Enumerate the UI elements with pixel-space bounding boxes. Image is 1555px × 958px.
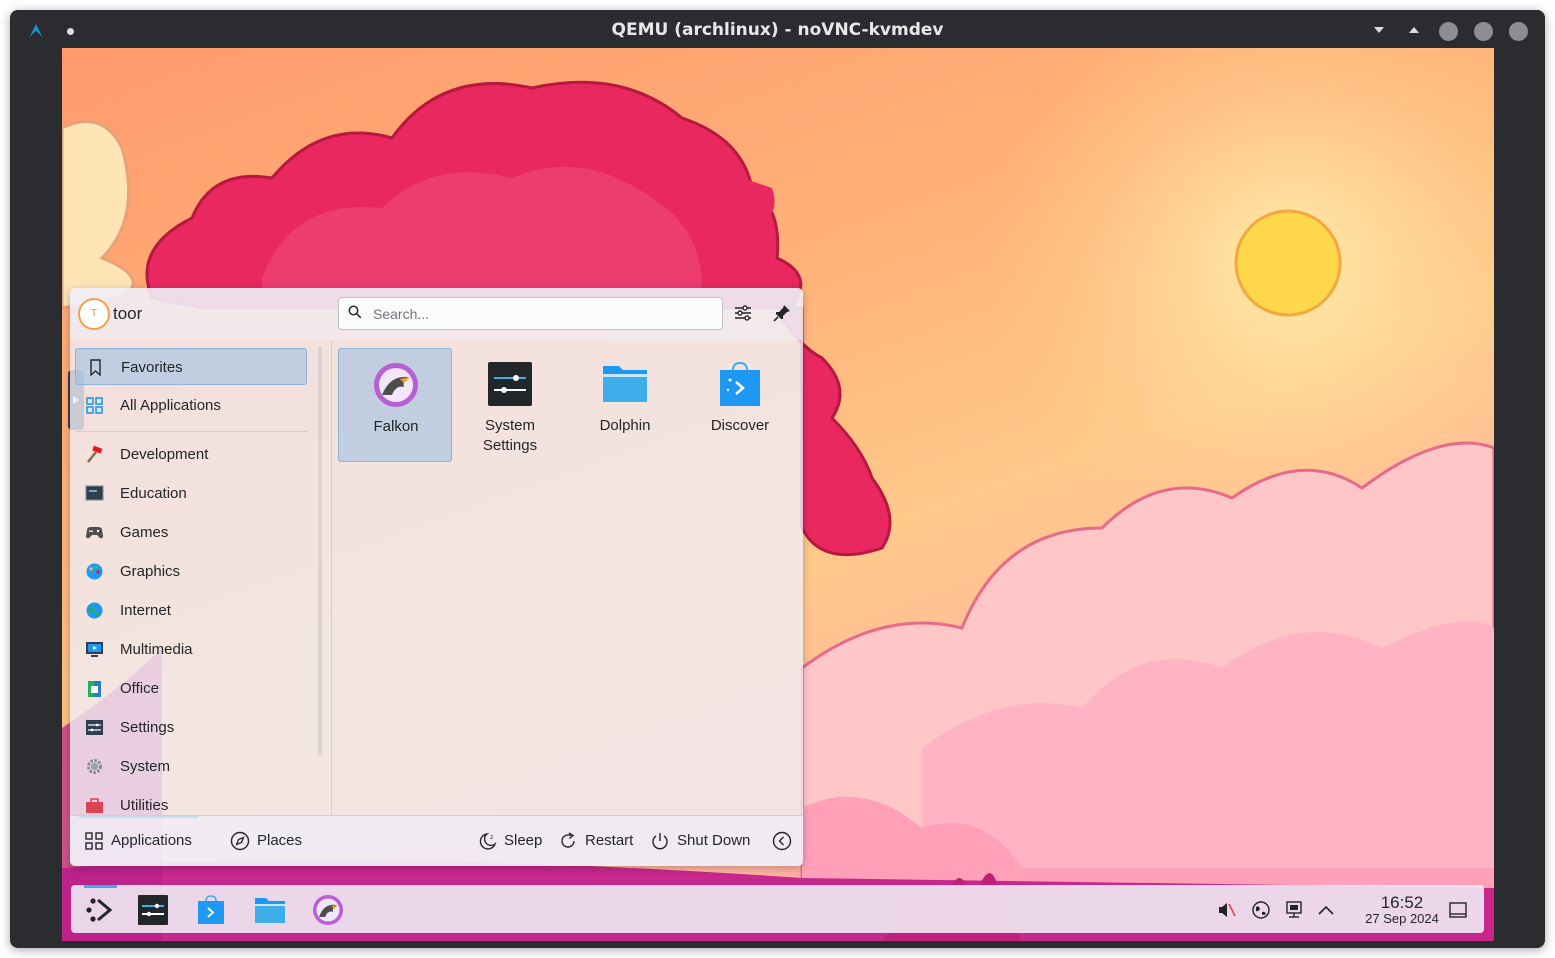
office-icon (88, 681, 101, 697)
app-falkon[interactable]: Falkon (338, 348, 452, 462)
user-avatar[interactable]: T (78, 298, 110, 330)
search-input[interactable] (371, 303, 715, 325)
falkon-icon (374, 363, 418, 407)
pane-separator (331, 340, 332, 815)
svg-text:z: z (490, 834, 493, 841)
system-settings-icon (488, 362, 532, 406)
category-multimedia[interactable]: Multimedia (75, 631, 307, 668)
application-launcher-icon[interactable] (84, 894, 116, 926)
power-icon (652, 833, 668, 850)
category-label: Internet (120, 602, 171, 619)
category-education[interactable]: Education (75, 475, 307, 512)
category-development[interactable]: Development (75, 436, 307, 473)
maximize-arrow-icon[interactable] (1409, 27, 1419, 33)
category-label: Development (120, 446, 209, 463)
category-label: Graphics (120, 563, 181, 580)
category-graphics[interactable]: Graphics (75, 553, 307, 590)
category-all-applications[interactable]: All Applications (75, 387, 307, 424)
category-list: Favorites All Applications Development E… (70, 340, 312, 815)
window-button-1[interactable] (1439, 22, 1458, 41)
falkon-icon[interactable] (312, 894, 344, 926)
leave-more-icon[interactable] (772, 831, 792, 851)
app-label: System Settings (482, 417, 538, 454)
monitor-play-icon (86, 642, 103, 657)
chevron-up-icon[interactable] (1316, 900, 1336, 920)
compass-icon (230, 831, 250, 851)
category-utilities[interactable]: Utilities (75, 787, 307, 815)
show-desktop-icon[interactable] (1448, 900, 1468, 920)
discover-bag-icon[interactable] (195, 894, 227, 926)
grid-icon (86, 397, 103, 414)
search-icon (348, 305, 362, 319)
applications-grid-icon (85, 832, 103, 850)
category-scrollbar[interactable] (318, 346, 322, 756)
launcher-header: T toor (70, 288, 803, 340)
launcher-footer: Applications Places z Sleep Restart Shut… (70, 815, 803, 866)
clock-date[interactable]: 27 Sep 2024 (1347, 911, 1457, 926)
system-settings-icon[interactable] (137, 894, 169, 926)
toolbox-icon (86, 798, 103, 813)
search-field[interactable] (338, 297, 723, 330)
app-dolphin[interactable]: Dolphin (568, 348, 682, 462)
clock-time[interactable]: 16:52 (1367, 893, 1437, 913)
window-title: QEMU (archlinux) - noVNC-kvmdev (611, 20, 944, 40)
gear-icon (87, 759, 102, 774)
window-titlebar[interactable]: QEMU (archlinux) - noVNC-kvmdev (10, 10, 1545, 50)
category-label: Office (120, 680, 159, 697)
palette-icon (86, 563, 103, 580)
bookmark-icon (90, 359, 101, 377)
dolphin-folder-icon (603, 366, 647, 402)
category-settings[interactable]: Settings (75, 709, 307, 746)
category-system[interactable]: System (75, 748, 307, 785)
category-label: Utilities (120, 797, 169, 814)
app-discover[interactable]: Discover (683, 348, 797, 462)
application-launcher-menu: T toor Favorites (70, 288, 803, 866)
network-globe-icon[interactable] (1251, 900, 1271, 920)
category-label: System (120, 758, 171, 775)
category-office[interactable]: Office (75, 670, 307, 707)
sleep-button[interactable]: Sleep (504, 832, 542, 849)
gamepad-icon (86, 527, 103, 539)
configure-sliders-icon[interactable] (732, 302, 754, 324)
chalkboard-icon (85, 485, 104, 501)
pin-icon[interactable] (771, 302, 793, 324)
app-label: Discover (710, 417, 770, 434)
settings-sliders-icon (86, 720, 103, 735)
category-label: Settings (120, 719, 175, 736)
app-label: Dolphin (599, 417, 651, 434)
globe-icon (86, 602, 103, 619)
category-label: Education (120, 485, 187, 502)
restart-icon (561, 832, 575, 848)
restart-button[interactable]: Restart (585, 832, 633, 849)
category-label: Favorites (121, 359, 183, 376)
sleep-moon-icon: z (479, 832, 497, 850)
applications-tab[interactable]: Applications (111, 832, 192, 849)
places-tab[interactable]: Places (257, 832, 302, 849)
category-games[interactable]: Games (75, 514, 307, 551)
hammer-icon (87, 445, 103, 463)
app-label: Falkon (373, 418, 419, 435)
user-name: toor (113, 304, 143, 323)
app-system-settings[interactable]: System Settings (453, 348, 567, 462)
category-separator (75, 431, 307, 432)
taskbar-panel: 16:52 27 Sep 2024 (71, 885, 1484, 933)
launcher-active-indicator (84, 885, 117, 888)
category-internet[interactable]: Internet (75, 592, 307, 629)
shutdown-button[interactable]: Shut Down (677, 832, 750, 849)
display-icon[interactable] (1284, 900, 1304, 920)
window-button-2[interactable] (1474, 22, 1493, 41)
dolphin-folder-icon[interactable] (254, 894, 286, 926)
minimize-arrow-icon[interactable] (1374, 27, 1384, 33)
category-label: Multimedia (120, 641, 193, 658)
category-label: All Applications (120, 397, 221, 414)
category-label: Games (120, 524, 169, 541)
close-button[interactable] (1509, 22, 1528, 41)
muted-speaker-icon[interactable] (1216, 900, 1236, 920)
category-favorites[interactable]: Favorites (75, 348, 307, 385)
discover-bag-icon (720, 361, 760, 406)
